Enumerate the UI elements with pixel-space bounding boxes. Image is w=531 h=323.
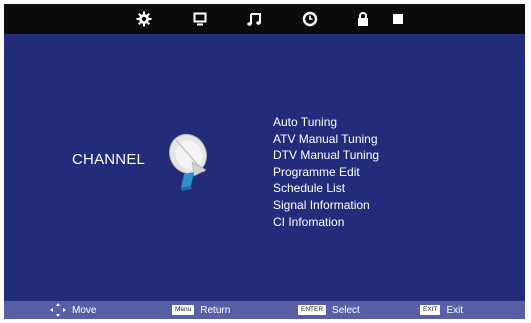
- tv-osd-screen: CHANNEL Auto Tuning ATV Manual Tuning DT…: [4, 4, 525, 319]
- lock-icon[interactable]: [353, 9, 373, 29]
- menu-item-schedule-list[interactable]: Schedule List: [273, 180, 379, 197]
- menu-item-programme-edit[interactable]: Programme Edit: [273, 164, 379, 181]
- square-icon[interactable]: [388, 9, 408, 29]
- exit-hint: EXIT Exit: [420, 301, 463, 319]
- select-label: Select: [332, 304, 360, 316]
- return-label: Return: [200, 304, 231, 316]
- menu-item-atv-manual-tuning[interactable]: ATV Manual Tuning: [273, 131, 379, 148]
- bottom-help-bar: Move Menu Return ENTER Select EXIT Exit: [4, 301, 525, 319]
- monitor-icon[interactable]: [190, 9, 210, 29]
- exit-key: EXIT: [420, 305, 441, 315]
- music-note-icon[interactable]: [244, 9, 264, 29]
- menu-item-dtv-manual-tuning[interactable]: DTV Manual Tuning: [273, 147, 379, 164]
- enter-key: ENTER: [298, 305, 327, 315]
- clock-icon[interactable]: [300, 9, 320, 29]
- exit-label: Exit: [446, 304, 464, 316]
- move-hint: Move: [50, 301, 96, 319]
- settings-gear-icon[interactable]: [134, 9, 154, 29]
- move-label: Move: [72, 304, 97, 316]
- satellite-dish-icon: [164, 126, 224, 196]
- channel-menu-list: Auto Tuning ATV Manual Tuning DTV Manual…: [273, 114, 379, 230]
- select-hint: ENTER Select: [298, 301, 360, 319]
- top-menu-bar: [4, 4, 525, 34]
- page-title: CHANNEL: [72, 151, 146, 168]
- arrows-icon: [50, 303, 66, 317]
- return-hint: Menu Return: [172, 301, 230, 319]
- menu-key: Menu: [172, 305, 195, 315]
- menu-item-signal-information[interactable]: Signal Information: [273, 197, 379, 214]
- menu-item-auto-tuning[interactable]: Auto Tuning: [273, 114, 379, 131]
- menu-item-ci-information[interactable]: CI Infomation: [273, 214, 379, 231]
